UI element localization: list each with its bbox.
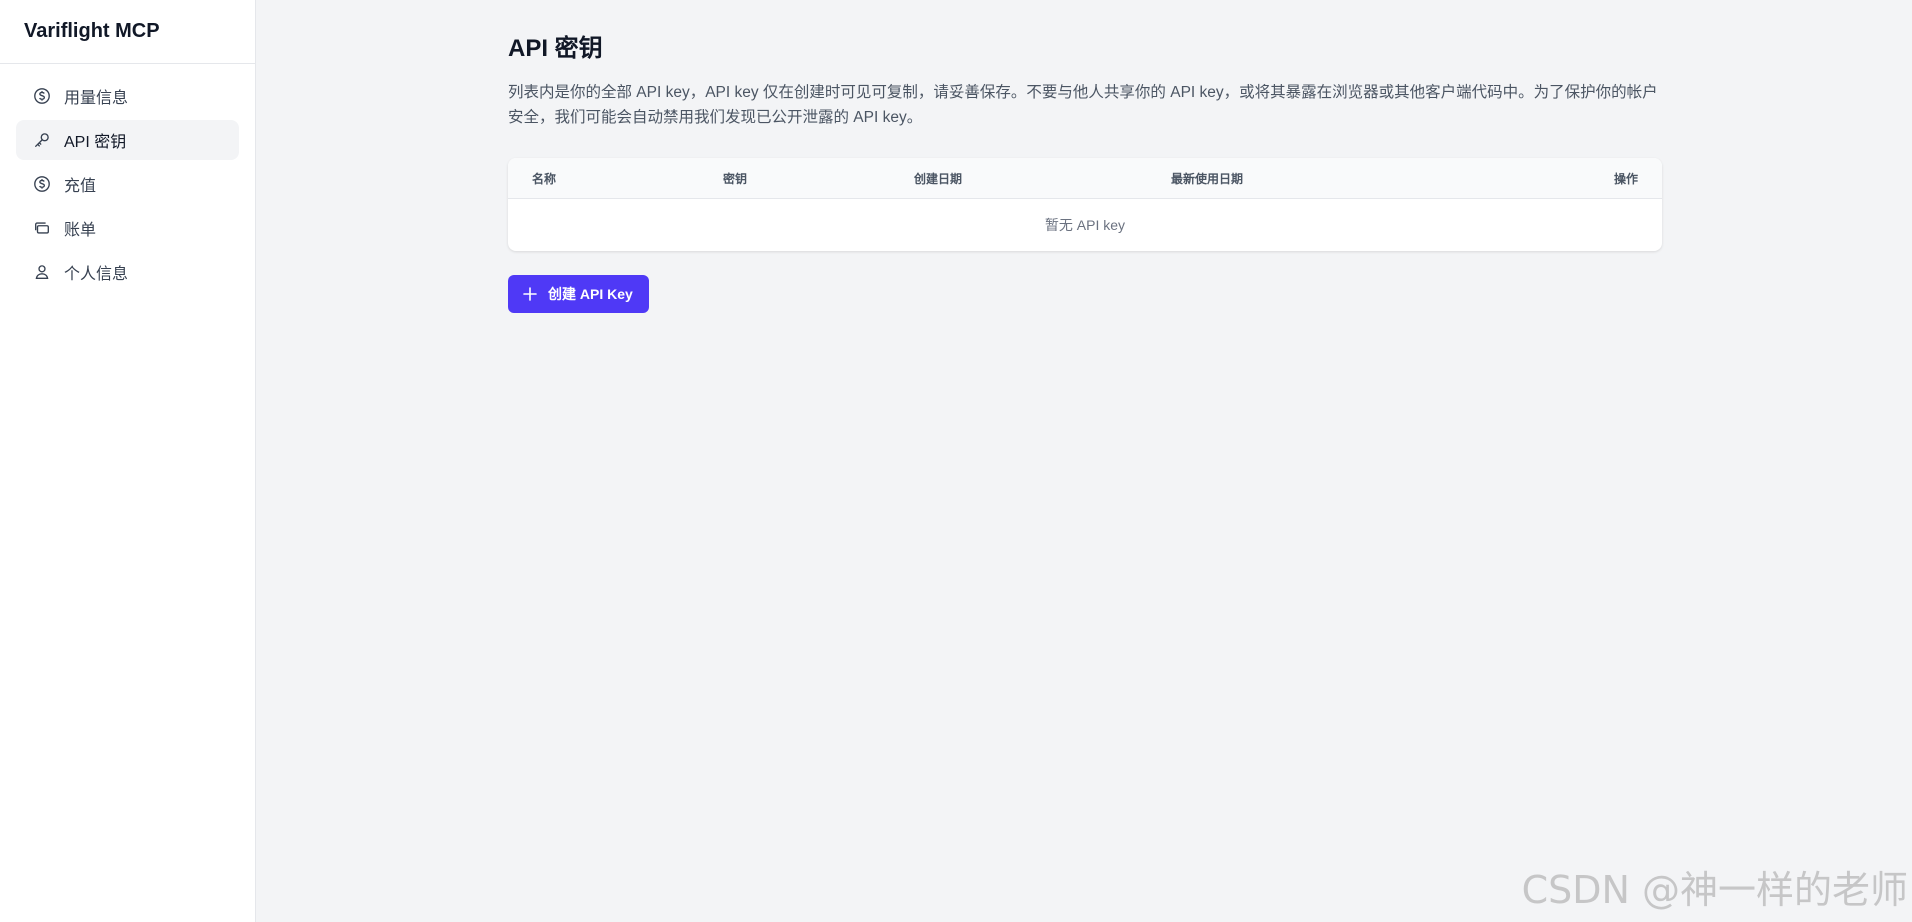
plus-icon: [522, 286, 538, 302]
sidebar-item-api-keys[interactable]: API 密钥: [16, 120, 239, 160]
main-content: API 密钥 列表内是你的全部 API key，API key 仅在创建时可见可…: [256, 0, 1912, 922]
app-root: Variflight MCP 用量信息 API 密钥 充值 账单 个人信息 AP…: [0, 0, 1912, 922]
brand-title: Variflight MCP: [0, 0, 255, 64]
column-header-actions: 操作: [1613, 171, 1638, 186]
cards-icon: [32, 218, 52, 238]
sidebar-nav: 用量信息 API 密钥 充值 账单 个人信息: [0, 64, 255, 308]
api-keys-section: API 密钥 列表内是你的全部 API key，API key 仅在创建时可见可…: [508, 32, 1662, 313]
key-icon: [32, 130, 52, 150]
user-icon: [32, 262, 52, 282]
sidebar-item-label: 账单: [64, 222, 97, 239]
sidebar-item-label: 个人信息: [64, 266, 129, 283]
api-keys-table: 名称 密钥 创建日期 最新使用日期 操作 暂无 API key: [508, 158, 1662, 251]
dollar-circle-icon: [32, 86, 52, 106]
sidebar: Variflight MCP 用量信息 API 密钥 充值 账单 个人信息: [0, 0, 256, 922]
dollar-circle-icon: [32, 174, 52, 194]
sidebar-item-profile[interactable]: 个人信息: [16, 252, 239, 292]
create-api-key-button[interactable]: 创建 API Key: [508, 275, 649, 313]
sidebar-item-label: 用量信息: [64, 90, 129, 107]
column-header-last-used-date: 最新使用日期: [1171, 171, 1244, 186]
create-api-key-label: 创建 API Key: [548, 286, 633, 302]
empty-state-text: 暂无 API key: [1044, 217, 1126, 233]
sidebar-item-usage[interactable]: 用量信息: [16, 76, 239, 116]
watermark-text: CSDN @神一样的老师: [1521, 868, 1908, 912]
column-header-created-date: 创建日期: [914, 171, 963, 186]
page-description: 列表内是你的全部 API key，API key 仅在创建时可见可复制，请妥善保…: [508, 84, 1658, 126]
column-header-key: 密钥: [723, 171, 748, 186]
table-header: 名称 密钥 创建日期 最新使用日期 操作: [508, 158, 1662, 199]
sidebar-item-label: 充值: [64, 178, 97, 195]
sidebar-item-billing[interactable]: 账单: [16, 208, 239, 248]
sidebar-item-recharge[interactable]: 充值: [16, 164, 239, 204]
sidebar-item-label: API 密钥: [64, 134, 127, 151]
page-title: API 密钥: [508, 35, 603, 62]
column-header-name: 名称: [532, 171, 557, 186]
